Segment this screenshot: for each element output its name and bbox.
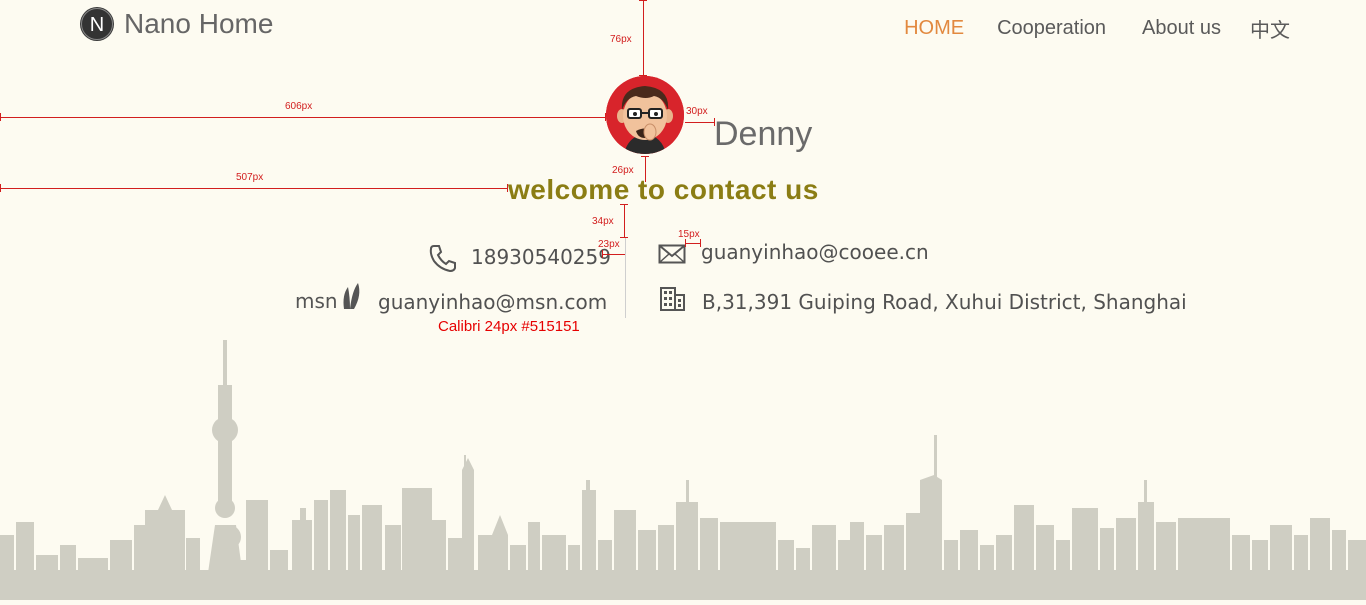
annotation-line-welcome-left	[0, 188, 507, 189]
annotation-tick	[605, 113, 606, 121]
annotation-welcome-contacts-gap: 34px	[592, 216, 614, 227]
phone-number[interactable]: 18930540259	[471, 245, 611, 269]
annotation-tick	[685, 239, 686, 247]
annotation-line-email-gap	[685, 243, 700, 244]
annotation-tick	[639, 75, 647, 76]
annotation-avatar-name-gap: 30px	[686, 106, 708, 117]
annotation-line-contacts-gap	[624, 204, 625, 238]
annotation-tick	[641, 156, 649, 157]
annotation-tick	[700, 239, 701, 247]
annotation-line-avatar-left	[0, 117, 606, 118]
street-address: B,31,391 Guiping Road, Xuhui District, S…	[702, 290, 1187, 314]
nav-about-us[interactable]: About us	[1142, 17, 1221, 40]
annotation-divider-email-gap: 15px	[678, 229, 700, 240]
avatar	[606, 76, 684, 154]
envelope-icon	[658, 243, 686, 270]
main-nav: HOME Cooperation About us 中文	[904, 14, 1290, 43]
annotation-tick	[620, 237, 628, 238]
email-address[interactable]: guanyinhao@cooee.cn	[701, 240, 929, 264]
city-skyline-image	[0, 330, 1366, 600]
msn-address[interactable]: guanyinhao@msn.com	[378, 290, 607, 314]
annotation-line-top	[643, 0, 644, 76]
welcome-heading: welcome to contact us	[508, 174, 819, 205]
annotation-welcome-left-gap: 507px	[236, 172, 264, 183]
contacts-divider	[625, 238, 626, 318]
annotation-avatar-welcome-gap: 26px	[612, 165, 634, 176]
annotation-tick	[639, 0, 647, 1]
annotation-avatar-left-gap: 606px	[285, 101, 313, 112]
annotation-phone-divider-gap: 23px	[598, 239, 620, 250]
annotation-tick	[0, 113, 1, 121]
nav-cooperation[interactable]: Cooperation	[997, 17, 1106, 40]
annotation-tick	[714, 118, 715, 126]
annotation-tick	[507, 184, 508, 192]
nav-home[interactable]: HOME	[904, 17, 964, 40]
nano-logo-icon: N	[80, 7, 114, 41]
building-icon	[659, 286, 686, 317]
annotation-line-welcome-gap	[645, 156, 646, 182]
site-logo[interactable]: N Nano Home	[80, 7, 273, 41]
annotation-tick	[0, 184, 1, 192]
nav-chinese-language[interactable]: 中文	[1250, 14, 1290, 43]
annotation-line-name-gap	[685, 122, 714, 123]
msn-logo-icon: msn	[295, 281, 362, 311]
annotation-tick	[602, 250, 603, 258]
annotation-tick	[620, 204, 628, 205]
profile-name: Denny	[714, 115, 813, 153]
annotation-line-phone-divider	[602, 254, 625, 255]
annotation-top-gap: 76px	[610, 34, 632, 45]
brand-name: Nano Home	[124, 8, 274, 39]
svg-text:N: N	[90, 14, 104, 36]
phone-icon	[428, 243, 458, 278]
